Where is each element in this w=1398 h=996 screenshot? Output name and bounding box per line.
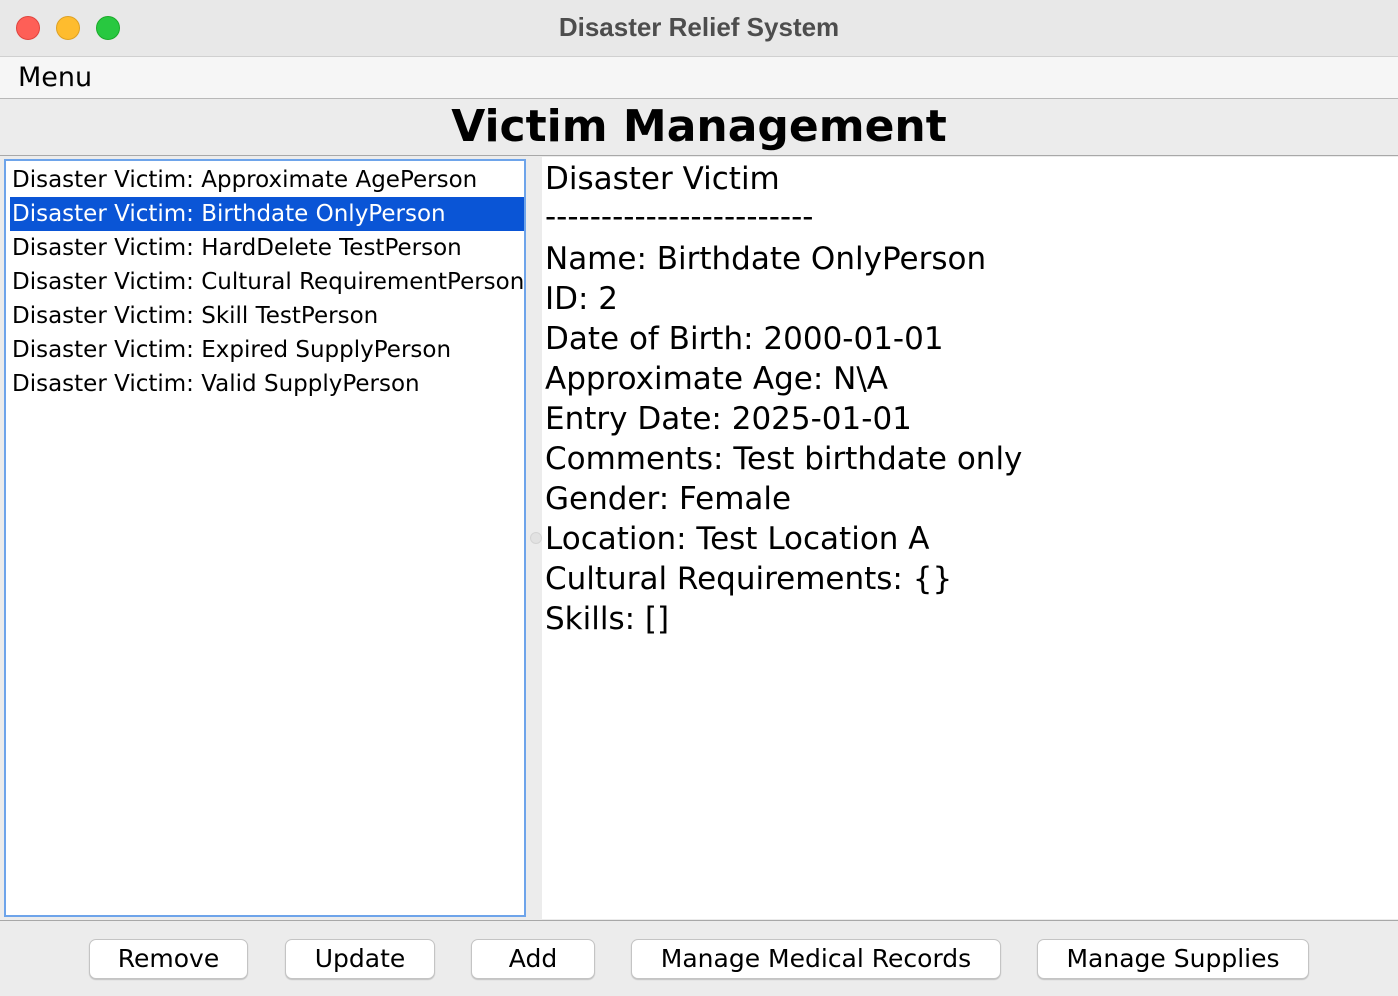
menu-button[interactable]: Menu bbox=[18, 62, 92, 93]
details-comments: Comments: Test birthdate only bbox=[545, 441, 1023, 477]
details-gender: Gender: Female bbox=[545, 481, 792, 517]
details-id: ID: 2 bbox=[545, 281, 619, 317]
menu-bar: Menu bbox=[0, 57, 1398, 99]
victim-list-item[interactable]: Disaster Victim: Cultural RequirementPer… bbox=[10, 265, 524, 299]
title-bar[interactable]: Disaster Relief System bbox=[0, 0, 1398, 57]
victim-list-item[interactable]: Disaster Victim: HardDelete TestPerson bbox=[10, 231, 524, 265]
action-bar: Remove Update Add Manage Medical Records… bbox=[0, 921, 1398, 996]
details-separator: ------------------------ bbox=[545, 199, 814, 235]
details-name: Name: Birthdate OnlyPerson bbox=[545, 241, 987, 277]
manage-medical-records-button[interactable]: Manage Medical Records bbox=[631, 939, 1001, 979]
details-approximate-age: Approximate Age: N\A bbox=[545, 361, 888, 397]
victim-list-item[interactable]: Disaster Victim: Approximate AgePerson bbox=[10, 163, 524, 197]
manage-supplies-button[interactable]: Manage Supplies bbox=[1037, 939, 1309, 979]
victim-list-item-selected[interactable]: Disaster Victim: Birthdate OnlyPerson bbox=[10, 197, 524, 231]
update-button[interactable]: Update bbox=[285, 939, 435, 979]
page-title: Victim Management bbox=[451, 101, 947, 152]
split-divider-handle[interactable] bbox=[530, 532, 542, 544]
details-entry-date: Entry Date: 2025-01-01 bbox=[545, 401, 912, 437]
details-location: Location: Test Location A bbox=[545, 521, 930, 557]
victim-list-item[interactable]: Disaster Victim: Skill TestPerson bbox=[10, 299, 524, 333]
victim-list-item[interactable]: Disaster Victim: Valid SupplyPerson bbox=[10, 367, 524, 401]
split-pane: Disaster Victim: Approximate AgePerson D… bbox=[0, 155, 1398, 921]
remove-button[interactable]: Remove bbox=[89, 939, 248, 979]
victim-details-panel: Disaster Victim ------------------------… bbox=[542, 157, 1398, 919]
window-title: Disaster Relief System bbox=[558, 12, 840, 42]
victim-list-item[interactable]: Disaster Victim: Expired SupplyPerson bbox=[10, 333, 524, 367]
add-button[interactable]: Add bbox=[471, 939, 595, 979]
app-window: Disaster Relief System Menu Victim Manag… bbox=[0, 0, 1398, 996]
details-date-of-birth: Date of Birth: 2000-01-01 bbox=[545, 321, 944, 357]
details-skills: Skills: [] bbox=[545, 601, 670, 637]
details-cultural-requirements: Cultural Requirements: {} bbox=[545, 561, 953, 597]
details-heading: Disaster Victim bbox=[545, 161, 780, 197]
victim-list[interactable]: Disaster Victim: Approximate AgePerson D… bbox=[4, 159, 526, 917]
